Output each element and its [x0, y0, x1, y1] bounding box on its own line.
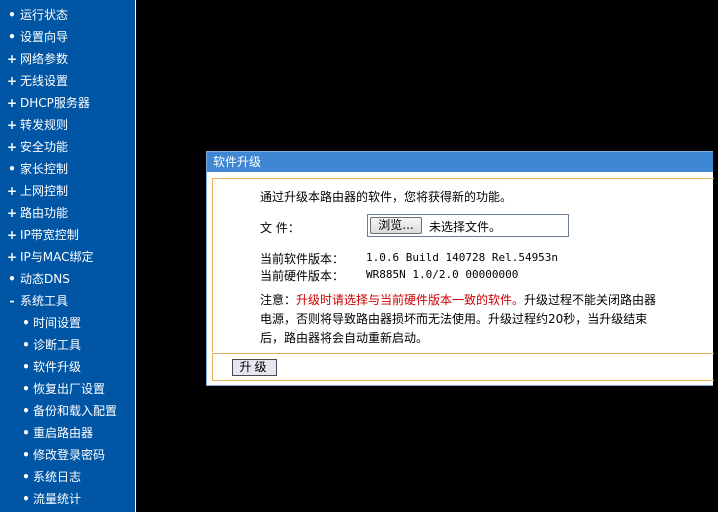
nav-item-label: 系统日志 [33, 470, 82, 484]
nav-bullet-icon: • [8, 30, 16, 44]
file-input[interactable]: 浏览... 未选择文件。 [367, 214, 569, 237]
panel-footer: 升级 [212, 353, 714, 381]
nav-item[interactable]: • 备份和载入配置 [0, 400, 117, 422]
nav-item-label: IP带宽控制 [20, 228, 79, 242]
file-status: 未选择文件。 [429, 220, 502, 234]
sw-version-value: 1.0.6 Build 140728 Rel.54953n [366, 251, 559, 264]
nav-bullet-icon: • [22, 316, 30, 330]
nav-item-label: 安全功能 [20, 140, 69, 154]
nav-bullet-icon: • [22, 470, 30, 484]
nav-item[interactable]: • 重启路由器 [0, 422, 93, 444]
nav-item[interactable]: + IP带宽控制 [0, 224, 79, 246]
nav-bullet-icon: • [8, 8, 16, 22]
nav-item[interactable]: + 网络参数 [0, 48, 68, 70]
nav-bullet-icon: • [8, 162, 16, 176]
nav-bullet-icon: + [7, 206, 18, 220]
nav-bullet-icon: • [22, 338, 30, 352]
hw-version-label: 当前硬件版本： [260, 269, 345, 283]
nav-item[interactable]: + 转发规则 [0, 114, 68, 136]
intro-text: 通过升级本路由器的软件，您将获得新的功能。 [260, 190, 513, 204]
nav-bullet-icon: • [8, 272, 16, 286]
nav-item[interactable]: + 安全功能 [0, 136, 68, 158]
nav-item-label: 无线设置 [20, 74, 69, 88]
nav-bullet-icon: • [22, 426, 30, 440]
nav-item-label: 重启路由器 [33, 426, 94, 440]
nav-item[interactable]: + 上网控制 [0, 180, 68, 202]
nav-bullet-icon: + [7, 96, 18, 110]
nav-item[interactable]: + IP与MAC绑定 [0, 246, 94, 268]
nav-item-label: 诊断工具 [33, 338, 82, 352]
nav-item-label: 流量统计 [33, 492, 82, 506]
nav-item-label: 路由功能 [20, 206, 69, 220]
nav-item-label: 系统工具 [20, 294, 69, 308]
nav-item[interactable]: • 动态DNS [0, 268, 70, 290]
nav-bullet-icon: • [22, 404, 30, 418]
nav-item-label: 上网控制 [20, 184, 69, 198]
sidebar-nav: • 运行状态 • 设置向导 + 网络参数 + 无线设置 + DHCP服务器 + 转发规则 + 安全功能 • 家… [0, 0, 136, 512]
nav-item[interactable]: • 软件升级 [0, 356, 81, 378]
nav-item-label: 恢复出厂设置 [33, 382, 106, 396]
nav-item-label: 备份和载入配置 [33, 404, 118, 418]
firmware-upgrade-panel: 软件升级 通过升级本路由器的软件，您将获得新的功能。 文 件： 浏览... 未选… [206, 151, 714, 386]
nav-bullet-icon: • [22, 382, 30, 396]
nav-item[interactable]: • 修改登录密码 [0, 444, 105, 466]
nav-item[interactable]: • 设置向导 [0, 26, 68, 48]
panel-body: 通过升级本路由器的软件，您将获得新的功能。 文 件： 浏览... 未选择文件。 … [212, 178, 714, 352]
nav-item[interactable]: • 恢复出厂设置 [0, 378, 105, 400]
upgrade-button[interactable]: 升级 [232, 359, 277, 376]
nav-item[interactable]: • 运行状态 [0, 4, 68, 26]
upgrade-note: 注意：升级时请选择与当前硬件版本一致的软件。升级过程不能关闭路由器电源，否则将导… [260, 291, 666, 348]
sw-version-label: 当前软件版本： [260, 252, 345, 266]
nav-bullet-icon: + [7, 250, 18, 264]
note-warning: 升级时请选择与当前硬件版本一致的软件。 [296, 293, 525, 307]
nav-item-label: 设置向导 [20, 30, 69, 44]
nav-bullet-icon: + [7, 118, 18, 132]
panel-title: 软件升级 [207, 152, 713, 172]
nav-bullet-icon: + [7, 228, 18, 242]
nav-bullet-icon: • [22, 360, 30, 374]
nav-item-label: IP与MAC绑定 [20, 250, 94, 264]
nav-item[interactable]: • 家长控制 [0, 158, 68, 180]
nav-item[interactable]: + DHCP服务器 [0, 92, 90, 114]
file-label: 文 件： [260, 221, 300, 235]
nav-bullet-icon: + [7, 184, 18, 198]
nav-bullet-icon: + [7, 74, 18, 88]
nav-item[interactable]: • 时间设置 [0, 312, 81, 334]
nav-item[interactable]: + 无线设置 [0, 70, 68, 92]
note-prefix: 注意： [260, 293, 297, 307]
nav-item-label: 修改登录密码 [33, 448, 106, 462]
nav-item[interactable]: • 诊断工具 [0, 334, 81, 356]
nav-item-label: 家长控制 [20, 162, 69, 176]
nav-item[interactable]: - 系统工具 [0, 290, 69, 312]
nav-bullet-icon: + [7, 52, 18, 66]
nav-bullet-icon: • [22, 492, 30, 506]
nav-item-label: 动态DNS [20, 272, 70, 286]
nav-item-label: 运行状态 [20, 8, 69, 22]
hw-version-value: WR885N 1.0/2.0 00000000 [366, 268, 519, 281]
nav-bullet-icon: + [7, 140, 18, 154]
nav-bullet-icon: - [9, 294, 15, 308]
browse-button[interactable]: 浏览... [370, 217, 422, 234]
nav-item[interactable]: • 系统日志 [0, 466, 81, 488]
nav-item[interactable]: + 路由功能 [0, 202, 68, 224]
nav-item-label: 转发规则 [20, 118, 69, 132]
nav-item-label: 网络参数 [20, 52, 69, 66]
nav-item[interactable]: • 流量统计 [0, 488, 81, 510]
nav-item-label: 软件升级 [33, 360, 82, 374]
nav-bullet-icon: • [22, 448, 30, 462]
nav-item-label: 时间设置 [33, 316, 82, 330]
nav-item-label: DHCP服务器 [20, 96, 90, 110]
